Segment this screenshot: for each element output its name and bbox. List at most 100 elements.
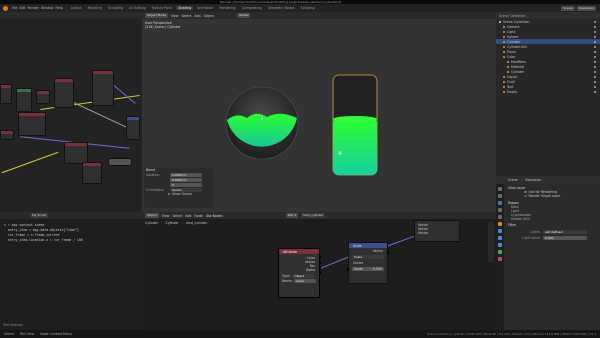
material-selector[interactable]: land_cylinder — [301, 213, 326, 218]
socket-color[interactable] — [318, 256, 321, 259]
shader-node[interactable] — [82, 162, 102, 184]
scale-value-field[interactable]: Scale 0.500 — [352, 267, 384, 271]
shader-node[interactable] — [92, 70, 114, 106]
render-tab-icon[interactable] — [498, 194, 502, 198]
world-tab-icon[interactable] — [498, 215, 502, 219]
tab-geometry-nodes[interactable]: Geometry Nodes — [266, 6, 297, 10]
shader-node[interactable] — [108, 158, 132, 166]
tab-rendering[interactable]: Rendering — [217, 6, 237, 10]
attribute-name-field[interactable]: level — [294, 279, 317, 283]
tab-shading[interactable]: Shading — [176, 6, 194, 10]
scene-selector[interactable]: Scene — [561, 5, 575, 11]
object-tab-icon[interactable] — [498, 222, 502, 226]
location-y-field[interactable]: 0.0000 m — [170, 178, 202, 182]
tab-sculpting[interactable]: Sculpting — [106, 6, 125, 10]
slot-selector[interactable]: Slot 1 — [285, 213, 299, 218]
code-area[interactable]: s = bpy.context.scene entry_item = bpy.d… — [0, 219, 142, 247]
vector-node[interactable]: Vector Vector Vector — [414, 220, 460, 242]
viewport-menu-view[interactable]: View — [171, 14, 179, 18]
menu-edit[interactable]: Edit — [19, 6, 25, 10]
orientation-selector[interactable]: Global — [236, 13, 251, 18]
render-single-checkbox[interactable] — [524, 194, 527, 198]
visibility-eye-icon[interactable] — [594, 60, 596, 63]
tab-scripting[interactable]: Scripting — [299, 6, 317, 10]
tab-texture-paint[interactable]: Texture Paint — [150, 6, 175, 10]
view-layer-tab-icon[interactable] — [498, 201, 502, 205]
visibility-eye-icon[interactable] — [594, 70, 596, 73]
properties-editor[interactable]: Scene › ViewLayer View Layer Use for Ren… — [496, 176, 600, 330]
menu-help[interactable]: Help — [55, 6, 62, 10]
menu-window[interactable]: Window — [41, 6, 54, 10]
attribute-node[interactable]: Attribute Color Vector Fac Alpha Type: O… — [278, 248, 320, 298]
visibility-eye-icon[interactable] — [594, 35, 596, 38]
node-menu-add[interactable]: Add — [185, 214, 191, 218]
visibility-eye-icon[interactable] — [594, 25, 596, 28]
operation-dropdown[interactable]: Scale — [352, 255, 384, 259]
mode-selector[interactable]: Object Mode — [145, 13, 168, 18]
text-editor[interactable]: My Script s = bpy.context.scene entry_it… — [0, 212, 142, 330]
visibility-eye-icon[interactable] — [594, 65, 596, 68]
visibility-eye-icon[interactable] — [594, 55, 596, 58]
modifier-tab-icon[interactable] — [498, 229, 502, 233]
viewport-menu-object[interactable]: Object — [204, 14, 214, 18]
use-nodes-toggle[interactable]: Use Nodes — [206, 214, 223, 218]
checkbox-icon[interactable] — [168, 193, 170, 195]
shader-node[interactable] — [18, 112, 46, 136]
location-x-field[interactable]: 0.0000 m — [170, 173, 202, 177]
physics-tab-icon[interactable] — [498, 243, 502, 247]
scene-tab-icon[interactable] — [498, 208, 502, 212]
node-menu-node[interactable]: Node — [194, 214, 202, 218]
visibility-eye-icon[interactable] — [594, 90, 596, 93]
data-tab-icon[interactable] — [498, 250, 502, 254]
menu-render[interactable]: Render — [28, 6, 39, 10]
tab-uv-editing[interactable]: UV Editing — [127, 6, 148, 10]
visibility-eye-icon[interactable] — [594, 85, 596, 88]
tab-layout[interactable]: Layout — [69, 6, 84, 10]
viewport-menu-add[interactable]: Add — [194, 14, 200, 18]
shader-node[interactable] — [0, 84, 12, 104]
tab-compositing[interactable]: Compositing — [240, 6, 264, 10]
lights-dropdown[interactable]: self-defined — [543, 230, 587, 234]
socket-vector[interactable] — [386, 251, 389, 254]
blender-logo-icon[interactable] — [3, 5, 8, 11]
node-menu-view[interactable]: View — [162, 214, 170, 218]
cylinder-with-liquid[interactable] — [328, 70, 384, 190]
socket-vector[interactable] — [346, 268, 349, 271]
passes-shader-aov[interactable]: Shader AOV — [508, 217, 600, 221]
socket-vector[interactable] — [318, 261, 321, 264]
visibility-eye-icon[interactable] — [594, 45, 596, 48]
location-z-field[interactable]: 0 — [170, 183, 202, 187]
visibility-eye-icon[interactable] — [594, 30, 596, 33]
shader-editor[interactable]: Object View Select Add Node Use Nodes Sl… — [142, 212, 496, 330]
shader-node[interactable] — [126, 116, 140, 140]
left-shader-editor[interactable] — [0, 12, 142, 212]
tab-modeling[interactable]: Modeling — [86, 6, 105, 10]
editor-type-object[interactable]: Object — [145, 213, 159, 218]
attribute-type-dropdown[interactable]: Object — [292, 274, 315, 278]
visibility-eye-icon[interactable] — [594, 80, 596, 83]
tool-tab-icon[interactable] — [498, 187, 502, 191]
3d-viewport[interactable]: Object Mode View Select Add Object Globa… — [142, 12, 496, 212]
visibility-eye-icon[interactable] — [594, 20, 596, 23]
vector-math-scale-node[interactable]: Scale Vector Scale Vector Scale 0.500 — [348, 242, 388, 284]
last-operation-panel[interactable]: Blend Location 0.0000 m 0.0000 m 0 Orien… — [144, 168, 214, 208]
outliner-row[interactable]: Empty — [496, 89, 600, 94]
outliner[interactable]: Scene Collection Scene Collection Camera L… — [496, 12, 600, 176]
viewport-menu-select[interactable]: Select — [181, 14, 191, 18]
script-name-field[interactable]: My Script — [30, 213, 49, 218]
use-rendering-checkbox[interactable] — [524, 190, 527, 194]
node-side-toolbar[interactable] — [488, 222, 494, 262]
visibility-eye-icon[interactable] — [594, 75, 596, 78]
light-value-field[interactable]: 0.000 — [543, 236, 587, 240]
view-layer-selector[interactable]: ViewLayer — [576, 5, 596, 11]
section-filter[interactable]: Filter — [508, 223, 600, 227]
shader-node[interactable] — [0, 130, 14, 140]
material-tab-icon[interactable] — [498, 257, 502, 261]
shader-node[interactable] — [54, 78, 74, 108]
socket-fac[interactable] — [318, 266, 321, 269]
tab-animation[interactable]: Animation — [195, 6, 215, 10]
visibility-eye-icon[interactable] — [594, 40, 596, 43]
node-menu-select[interactable]: Select — [172, 214, 182, 218]
menu-file[interactable]: File — [12, 6, 17, 10]
visibility-eye-icon[interactable] — [594, 50, 596, 53]
